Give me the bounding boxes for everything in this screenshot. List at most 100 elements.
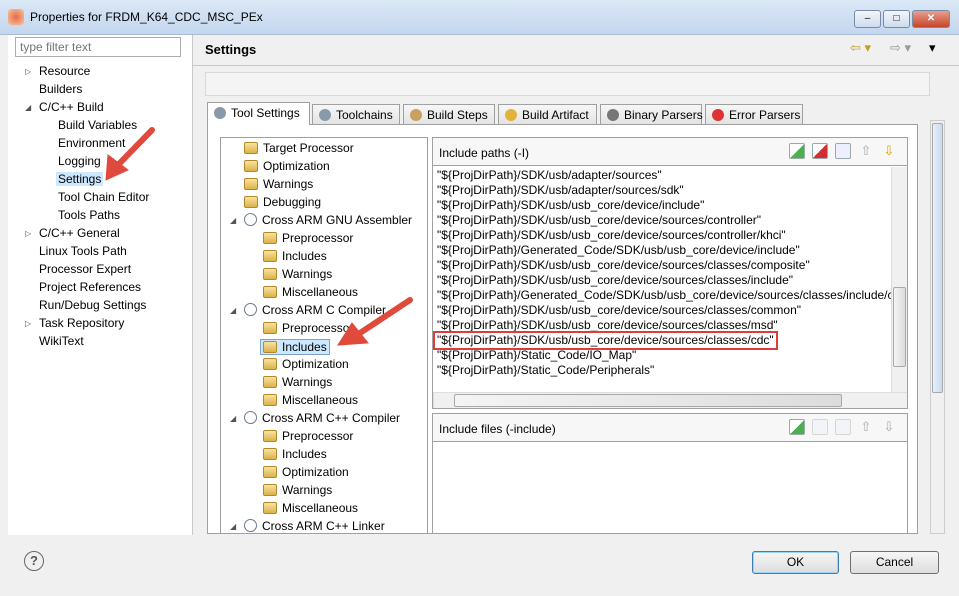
edit-icon[interactable]: [835, 143, 851, 159]
tree-item[interactable]: Includes: [260, 339, 330, 355]
tree-item[interactable]: Cross ARM GNU Assembler: [244, 213, 412, 227]
include-path-item[interactable]: "${ProjDirPath}/Static_Code/IO_Map": [437, 348, 636, 362]
close-button[interactable]: ✕: [912, 10, 950, 28]
include-path-item[interactable]: "${ProjDirPath}/SDK/usb/usb_core/device/…: [437, 258, 810, 272]
tree-item[interactable]: Miscellaneous: [263, 393, 358, 407]
tree-item[interactable]: Includes: [263, 249, 327, 263]
help-icon[interactable]: ?: [24, 551, 44, 571]
tree-item[interactable]: Preprocessor: [263, 321, 353, 335]
tree-item[interactable]: Tools Paths: [58, 208, 120, 222]
cancel-button[interactable]: Cancel: [850, 551, 939, 574]
tree-item[interactable]: Resource: [39, 64, 90, 78]
tree-item[interactable]: Builders: [39, 82, 82, 96]
expander-icon[interactable]: ◢: [230, 216, 236, 225]
include-path-item[interactable]: "${ProjDirPath}/SDK/usb/adapter/sources": [437, 168, 662, 182]
vertical-scrollbar[interactable]: [891, 167, 907, 393]
tool-icon: [244, 411, 257, 424]
ok-button[interactable]: OK: [752, 551, 839, 574]
tab-toolchains[interactable]: Toolchains: [312, 104, 400, 125]
tree-item[interactable]: Optimization: [263, 357, 349, 371]
include-paths-list[interactable]: "${ProjDirPath}/SDK/usb/adapter/sources"…: [433, 166, 907, 392]
tree-item[interactable]: Preprocessor: [263, 231, 353, 245]
tree-item[interactable]: Preprocessor: [263, 429, 353, 443]
move-down-icon[interactable]: ⇩: [881, 143, 897, 159]
minimize-button[interactable]: –: [854, 10, 881, 28]
tree-item[interactable]: Includes: [263, 447, 327, 461]
expander-icon[interactable]: ▷: [25, 229, 31, 238]
expander-icon[interactable]: ◢: [230, 522, 236, 531]
tree-item[interactable]: Build Variables: [58, 118, 137, 132]
view-menu-button[interactable]: ▾: [929, 40, 936, 56]
tree-item[interactable]: Cross ARM C++ Linker: [244, 519, 385, 533]
folder-icon: [263, 394, 277, 406]
expander-icon[interactable]: ◢: [25, 103, 31, 112]
tree-item-label: Warnings: [263, 177, 314, 191]
delete-icon[interactable]: [812, 419, 828, 435]
back-button[interactable]: ⇦ ▾: [850, 40, 871, 56]
forward-button[interactable]: ⇨ ▾: [890, 40, 911, 56]
tree-item[interactable]: WikiText: [39, 334, 84, 348]
tree-item[interactable]: Warnings: [244, 177, 313, 191]
tab-build-artifact[interactable]: Build Artifact: [498, 104, 597, 125]
tree-item[interactable]: Settings: [56, 172, 104, 186]
move-down-icon[interactable]: ⇩: [881, 419, 897, 435]
tree-item[interactable]: Warnings: [263, 375, 332, 389]
maximize-button[interactable]: □: [883, 10, 910, 28]
tree-item[interactable]: C/C++ General: [39, 226, 120, 240]
tree-item[interactable]: Debugging: [244, 195, 321, 209]
tree-item[interactable]: Warnings: [263, 267, 332, 281]
tree-item[interactable]: Linux Tools Path: [39, 244, 127, 258]
tree-item[interactable]: Logging: [58, 154, 101, 168]
tree-item[interactable]: Miscellaneous: [263, 285, 358, 299]
tree-item[interactable]: Cross ARM C++ Compiler: [244, 411, 400, 425]
include-path-item[interactable]: "${ProjDirPath}/SDK/usb/usb_core/device/…: [437, 318, 778, 332]
tree-item[interactable]: Task Repository: [39, 316, 124, 330]
include-path-item[interactable]: "${ProjDirPath}/Generated_Code/SDK/usb/u…: [437, 288, 894, 302]
tab-tool-settings[interactable]: Tool Settings: [207, 102, 310, 125]
expander-icon[interactable]: ▷: [25, 319, 31, 328]
tab-binary-parsers[interactable]: Binary Parsers: [600, 104, 703, 125]
tab-build-steps[interactable]: Build Steps: [403, 104, 495, 125]
add-icon[interactable]: [789, 419, 805, 435]
expander-icon[interactable]: ◢: [230, 414, 236, 423]
filter-input[interactable]: [15, 37, 181, 57]
expander-icon[interactable]: ▷: [25, 67, 31, 76]
scrollbar-thumb[interactable]: [893, 287, 906, 367]
include-path-item[interactable]: "${ProjDirPath}/SDK/usb/adapter/sources/…: [437, 183, 684, 197]
tree-item[interactable]: Warnings: [263, 483, 332, 497]
tree-item[interactable]: Optimization: [244, 159, 330, 173]
page-scrollbar[interactable]: [930, 120, 945, 534]
tree-item[interactable]: Miscellaneous: [263, 501, 358, 515]
tree-item[interactable]: Tool Chain Editor: [58, 190, 149, 204]
include-path-item[interactable]: "${ProjDirPath}/SDK/usb/usb_core/device/…: [437, 198, 704, 212]
add-icon[interactable]: [789, 143, 805, 159]
delete-icon[interactable]: [812, 143, 828, 159]
include-path-item[interactable]: "${ProjDirPath}/SDK/usb/usb_core/device/…: [437, 213, 761, 227]
horizontal-scrollbar[interactable]: [433, 392, 907, 408]
tree-item[interactable]: Cross ARM C Compiler: [244, 303, 386, 317]
tree-item[interactable]: Project References: [39, 280, 141, 294]
tab-error-parsers[interactable]: Error Parsers: [705, 104, 803, 125]
include-path-item[interactable]: "${ProjDirPath}/SDK/usb/usb_core/device/…: [437, 228, 786, 242]
scrollbar-thumb[interactable]: [932, 123, 943, 393]
tree-item[interactable]: Processor Expert: [39, 262, 131, 276]
folder-icon: [263, 250, 277, 262]
scrollbar-thumb[interactable]: [454, 394, 842, 407]
tree-item[interactable]: C/C++ Build: [39, 100, 104, 114]
expander-icon[interactable]: ◢: [230, 306, 236, 315]
include-path-item[interactable]: "${ProjDirPath}/Generated_Code/SDK/usb/u…: [437, 243, 800, 257]
sash-divider[interactable]: [192, 35, 193, 535]
folder-icon: [263, 286, 277, 298]
tab-label: Toolchains: [336, 108, 393, 122]
tree-item[interactable]: Target Processor: [244, 141, 354, 155]
folder-icon: [263, 232, 277, 244]
include-path-item[interactable]: "${ProjDirPath}/Static_Code/Peripherals": [437, 363, 654, 377]
tree-item[interactable]: Environment: [58, 136, 125, 150]
tree-item[interactable]: Optimization: [263, 465, 349, 479]
include-path-item[interactable]: "${ProjDirPath}/SDK/usb/usb_core/device/…: [437, 303, 801, 317]
tree-item[interactable]: Run/Debug Settings: [39, 298, 146, 312]
move-up-icon[interactable]: ⇧: [858, 419, 874, 435]
edit-icon[interactable]: [835, 419, 851, 435]
move-up-icon[interactable]: ⇧: [858, 143, 874, 159]
include-path-item[interactable]: "${ProjDirPath}/SDK/usb/usb_core/device/…: [437, 273, 793, 287]
